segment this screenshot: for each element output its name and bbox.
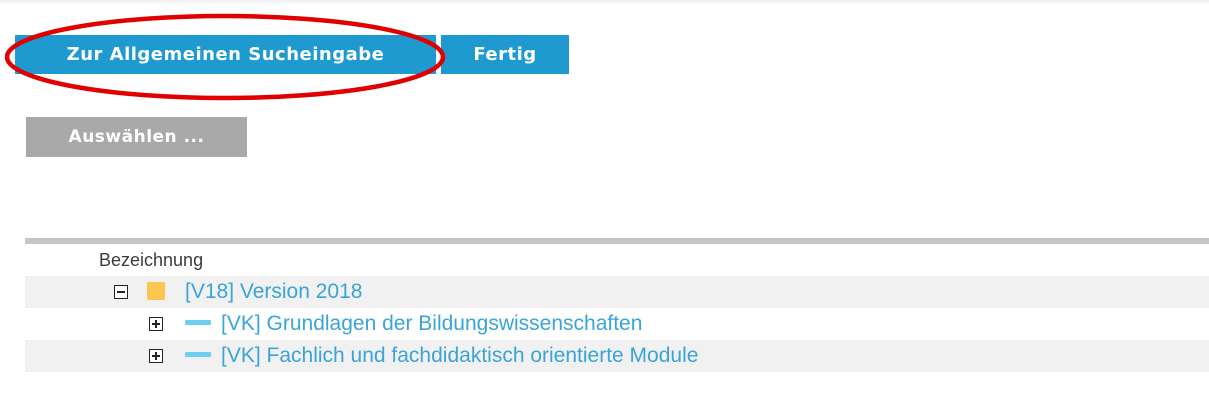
tree-row: [V18] Version 2018 [25,276,1209,308]
expand-icon[interactable] [149,317,163,331]
select-button[interactable]: Auswählen ... [26,117,247,157]
collapse-icon[interactable] [114,285,128,299]
tree-item-label[interactable]: [V18] Version 2018 [185,276,362,308]
column-header-bezeichnung: Bezeichnung [99,250,204,270]
tree-item-label[interactable]: [VK] Grundlagen der Bildungswissenschaft… [221,308,642,340]
done-button[interactable]: Fertig [441,35,569,74]
top-divider [0,0,1209,6]
general-search-button[interactable]: Zur Allgemeinen Sucheingabe [15,35,436,74]
tree-item-label[interactable]: [VK] Fachlich und fachdidaktisch orienti… [221,340,698,372]
tree-row: [VK] Fachlich und fachdidaktisch orienti… [25,340,1209,372]
module-bar-icon [185,352,211,357]
expand-icon[interactable] [149,349,163,363]
tree-header-row: Bezeichnung [25,244,1209,276]
module-bar-icon [185,320,211,325]
folder-icon [147,282,165,300]
module-tree: Bezeichnung [V18] Version 2018 [VK] Grun… [25,238,1209,372]
tree-row: [VK] Grundlagen der Bildungswissenschaft… [25,308,1209,340]
